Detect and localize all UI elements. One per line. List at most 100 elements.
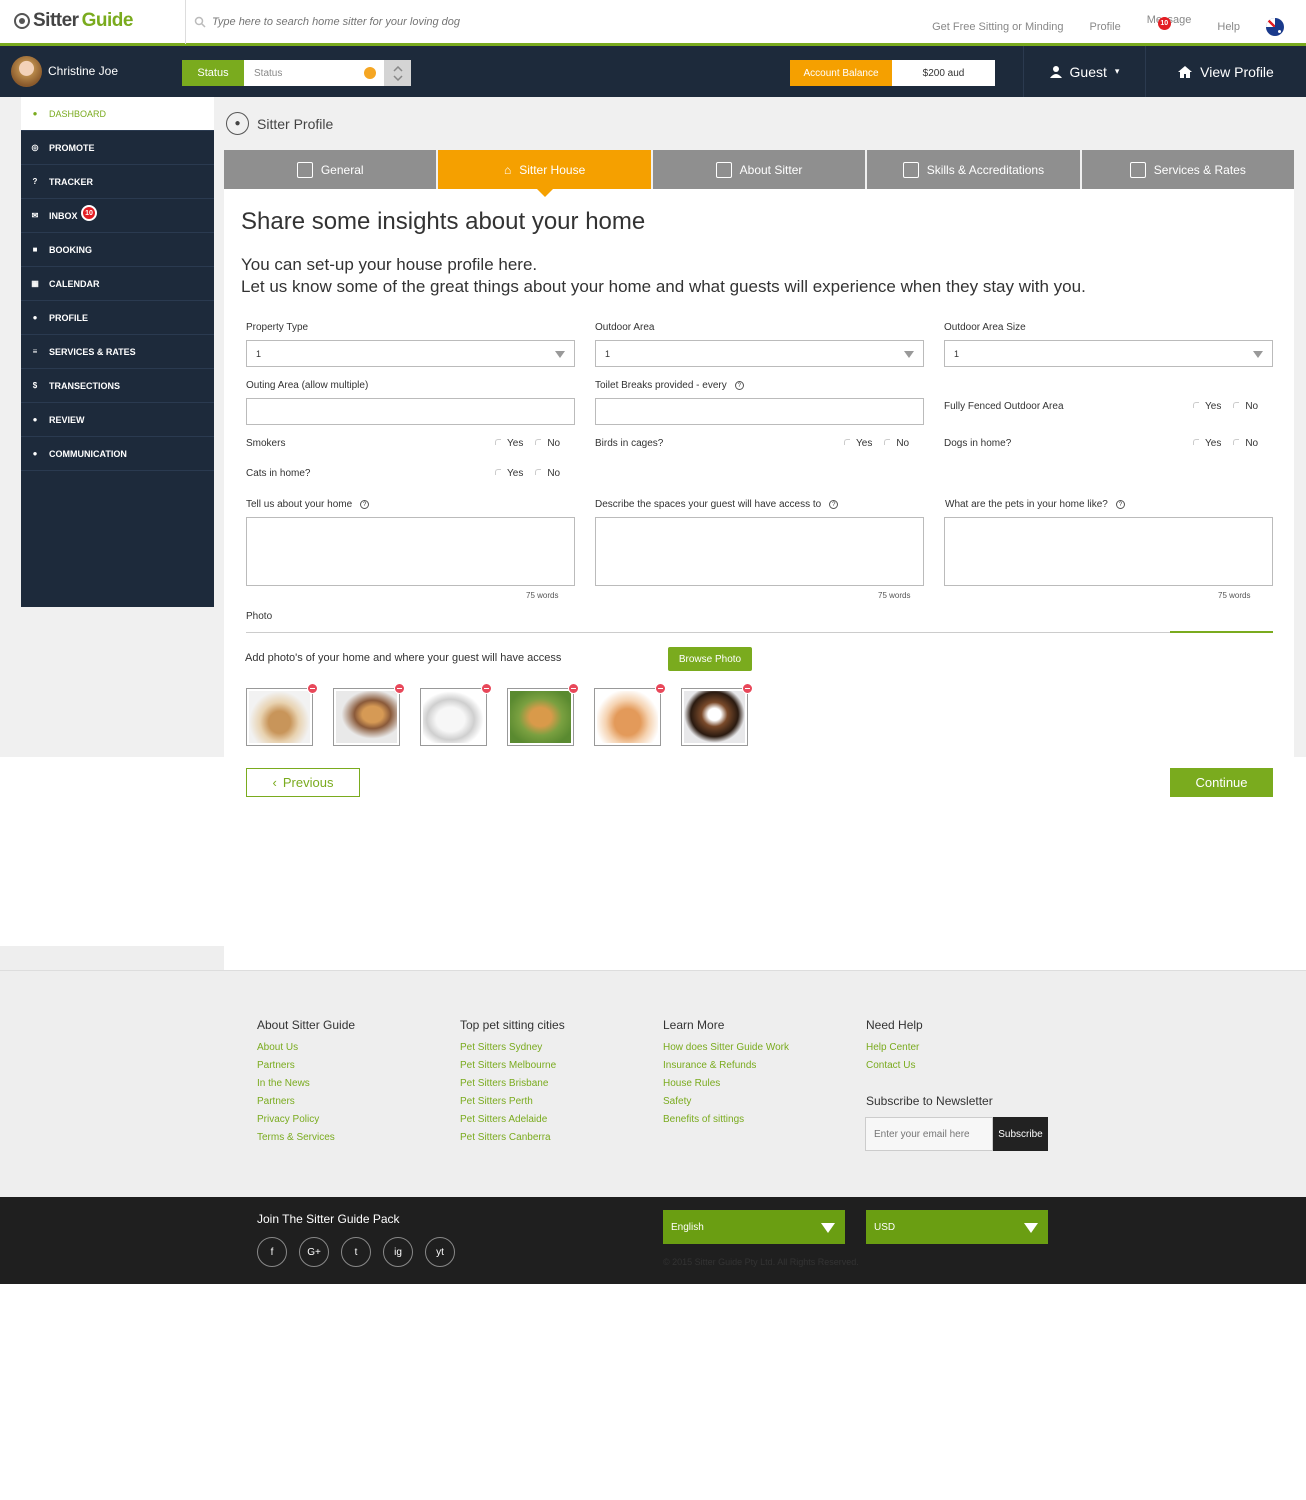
copyright: © 2015 Sitter Guide Pty Ltd. All Rights … [663,1257,859,1267]
youtube-icon[interactable]: yt [425,1237,455,1267]
sidebar-item-profile[interactable]: ● PROFILE [21,301,214,335]
remove-photo-icon[interactable] [307,683,318,694]
footer-link[interactable]: Partners [257,1096,355,1114]
footer-link[interactable]: Help Center [866,1042,993,1060]
tab-about-sitter[interactable]: About Sitter [652,150,866,189]
avatar[interactable] [11,56,42,87]
photo-thumbnail[interactable] [681,683,753,746]
footer-link[interactable]: In the News [257,1078,355,1096]
sidebar-item-tracker[interactable]: ? TRACKER [21,165,214,199]
spaces-textarea[interactable] [595,517,924,586]
footer-link[interactable]: House Rules [663,1078,789,1096]
footer-link[interactable]: How does Sitter Guide Work [663,1042,789,1060]
google-plus-icon[interactable]: G+ [299,1237,329,1267]
search-input[interactable] [212,16,652,28]
birds-no-radio[interactable]: No [884,438,909,449]
remove-photo-icon[interactable] [655,683,666,694]
instagram-icon[interactable]: ig [383,1237,413,1267]
footer-link[interactable]: Terms & Services [257,1132,355,1150]
footer-link[interactable]: About Us [257,1042,355,1060]
twitter-icon[interactable]: t [341,1237,371,1267]
continue-button[interactable]: Continue [1170,768,1273,797]
remove-photo-icon[interactable] [394,683,405,694]
remove-photo-icon[interactable] [481,683,492,694]
remove-photo-icon[interactable] [742,683,753,694]
smokers-yes-radio[interactable]: Yes [494,438,523,449]
sidebar-item-services[interactable]: ≡ SERVICES & RATES [21,335,214,369]
browse-photo-button[interactable]: Browse Photo [668,647,752,671]
footer-link[interactable]: Pet Sitters Perth [460,1096,565,1114]
sidebar-item-booking[interactable]: ■ BOOKING [21,233,214,267]
link-free-sitting[interactable]: Get Free Sitting or Minding [932,21,1063,33]
link-message[interactable]: Message10 [1147,14,1191,39]
footer-link[interactable]: Pet Sitters Canberra [460,1132,565,1150]
footer-link[interactable]: Partners [257,1060,355,1078]
footer-link[interactable]: Pet Sitters Brisbane [460,1078,565,1096]
tab-skills[interactable]: Skills & Accreditations [867,150,1080,189]
footer-col-about: About Sitter Guide About Us Partners In … [257,1018,355,1150]
photo-thumbnail[interactable] [333,683,405,746]
subscribe-button[interactable]: Subscribe [993,1117,1048,1151]
facebook-icon[interactable]: f [257,1237,287,1267]
photo-thumbnail[interactable] [594,683,666,746]
outdoor-area-select[interactable]: 1 [595,340,924,367]
language-select[interactable]: English [663,1210,845,1244]
link-profile[interactable]: Profile [1090,21,1121,33]
footer-link[interactable]: Pet Sitters Adelaide [460,1114,565,1132]
photo-thumbnail[interactable] [246,683,318,746]
footer-link[interactable]: Contact Us [866,1060,993,1078]
help-icon[interactable]: ? [360,499,370,509]
home-textarea[interactable] [246,517,575,586]
fenced-yes-radio[interactable]: Yes [1192,401,1221,412]
word-count: 75 words [1218,591,1251,600]
footer-link[interactable]: Privacy Policy [257,1114,355,1132]
cats-yes-radio[interactable]: Yes [494,468,523,479]
footer-strip [0,946,224,971]
outdoor-size-select[interactable]: 1 [944,340,1273,367]
australia-flag-icon[interactable] [1266,17,1284,36]
sidebar-item-inbox[interactable]: ✉ INBOX 10 [21,199,214,233]
outing-area-input[interactable] [246,398,575,425]
status-spinner[interactable] [384,60,411,86]
search-bar [185,0,695,44]
guest-menu[interactable]: Guest ▾ [1023,46,1145,97]
logo[interactable]: Sitter Guide [14,10,133,32]
property-type-select[interactable]: 1 [246,340,575,367]
smokers-no-radio[interactable]: No [535,438,560,449]
footer-link[interactable]: Benefits of sittings [663,1114,789,1132]
footer-link[interactable]: Insurance & Refunds [663,1060,789,1078]
help-icon[interactable]: ? [1115,499,1125,509]
tab-sitter-house[interactable]: ⌂ Sitter House [438,150,651,197]
dogs-no-radio[interactable]: No [1233,438,1258,449]
toilet-breaks-input[interactable] [595,398,924,425]
chevron-up-icon [392,65,403,72]
tab-services-rates[interactable]: Services & Rates [1081,150,1295,189]
photo-thumbnail[interactable] [420,683,492,746]
newsletter-email-input[interactable] [865,1117,993,1151]
footer-link[interactable]: Safety [663,1096,789,1114]
dogs-yes-radio[interactable]: Yes [1192,438,1221,449]
pets-textarea[interactable] [944,517,1273,586]
currency-select[interactable]: USD [866,1210,1048,1244]
help-icon[interactable]: ? [734,380,744,390]
sidebar-item-calendar[interactable]: ▦ CALENDAR [21,267,214,301]
photo-thumbnail[interactable] [507,683,579,746]
link-help[interactable]: Help [1217,21,1240,33]
footer-link[interactable]: Pet Sitters Sydney [460,1042,565,1060]
cats-no-radio[interactable]: No [535,468,560,479]
sidebar-item-promote[interactable]: ◎ PROMOTE [21,131,214,165]
status-select[interactable]: Status [244,60,384,86]
birds-yes-radio[interactable]: Yes [843,438,872,449]
sidebar-item-transections[interactable]: $ TRANSECTIONS [21,369,214,403]
previous-button[interactable]: ‹ Previous [246,768,360,797]
sidebar-item-review[interactable]: ● REVIEW [21,403,214,437]
sidebar-item-communication[interactable]: ● COMMUNICATION [21,437,214,471]
tab-general[interactable]: General [224,150,437,189]
help-icon[interactable]: ? [829,499,839,509]
sidebar-item-dashboard[interactable]: ● DASHBOARD [21,97,214,131]
fenced-no-radio[interactable]: No [1233,401,1258,412]
message-badge: 10 [1157,17,1171,30]
footer-link[interactable]: Pet Sitters Melbourne [460,1060,565,1078]
view-profile-button[interactable]: View Profile [1145,46,1306,97]
remove-photo-icon[interactable] [568,683,579,694]
